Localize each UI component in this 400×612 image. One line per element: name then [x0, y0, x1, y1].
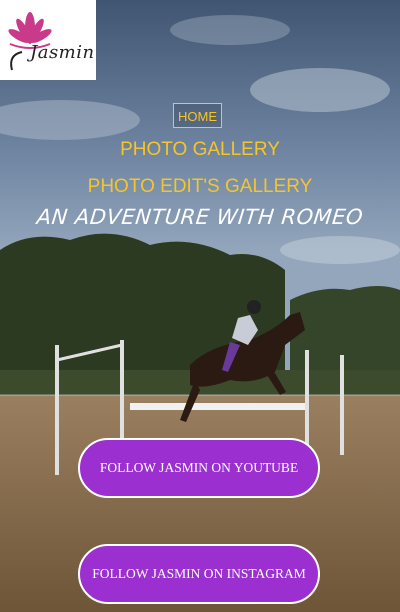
lotus-icon — [8, 12, 52, 71]
hero-background-photo — [0, 0, 400, 612]
photo-gallery-link[interactable]: PHOTO GALLERY — [0, 139, 400, 161]
photo-edits-gallery-link[interactable]: PHOTO EDIT'S GALLERY — [0, 176, 400, 198]
youtube-follow-button[interactable]: FOLLOW JASMIN ON YOUTUBE — [78, 438, 320, 498]
page-title: AN ADVENTURE WITH ROMEO — [35, 205, 365, 229]
logo-text: Jasmin — [30, 42, 95, 63]
instagram-follow-button[interactable]: FOLLOW JASMIN ON INSTAGRAM — [78, 544, 320, 604]
home-nav-button[interactable]: HOME — [173, 103, 222, 128]
logo[interactable]: Jasmin — [0, 0, 96, 80]
